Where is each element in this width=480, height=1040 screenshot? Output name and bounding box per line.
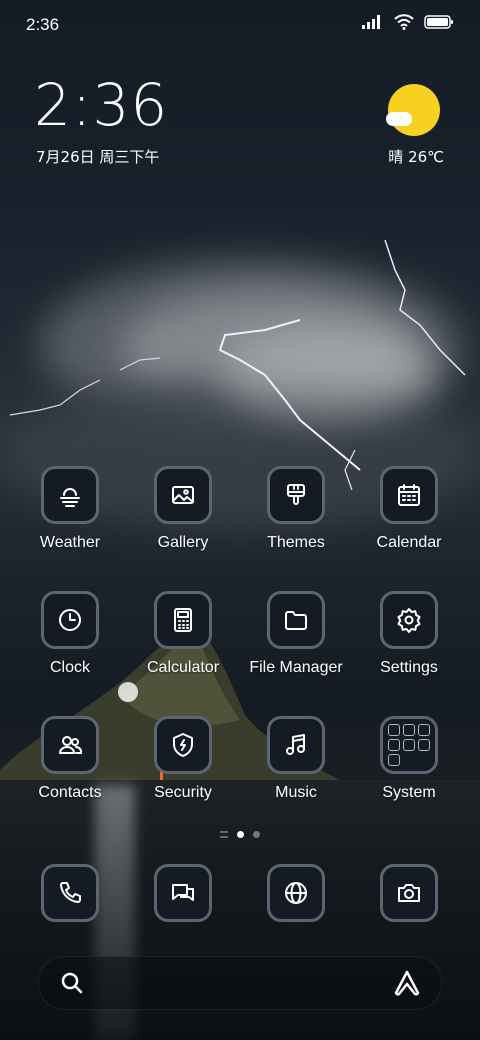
app-tile	[41, 716, 99, 774]
app-tile	[154, 864, 212, 922]
messages-icon	[172, 884, 194, 901]
app-security[interactable]: Security	[127, 716, 239, 802]
app-label: Themes	[267, 534, 325, 551]
clock-widget-date: 7月26日 周三下午	[36, 148, 160, 166]
phone-icon	[60, 882, 81, 903]
app-label: Contacts	[38, 784, 102, 801]
camera-icon	[398, 884, 420, 902]
status-time: 2:36	[26, 15, 60, 34]
app-tile	[154, 591, 212, 649]
clock-icon	[59, 609, 81, 631]
app-label: Calculator	[146, 659, 220, 676]
weather-icon	[60, 488, 80, 507]
app-label: File Manager	[249, 659, 343, 676]
weather-widget[interactable]	[384, 84, 444, 136]
page-dot-current	[237, 831, 244, 838]
app-tile	[154, 716, 212, 774]
app-tile	[41, 591, 99, 649]
app-label: Gallery	[157, 534, 209, 551]
wifi-icon	[394, 14, 414, 30]
app-tile	[380, 591, 438, 649]
app-label: Weather	[39, 534, 101, 551]
app-label: Calendar	[376, 534, 442, 551]
browser-icon	[285, 882, 307, 904]
app-tile	[267, 466, 325, 524]
sunny-cloud-icon	[386, 84, 440, 136]
system-folder-icon	[388, 724, 430, 766]
page-dot	[253, 831, 260, 838]
page-indicator[interactable]	[0, 831, 480, 838]
weather-widget-text: 晴 26℃	[388, 148, 444, 166]
app-tile	[380, 864, 438, 922]
app-settings[interactable]: Settings	[353, 591, 465, 677]
app-label: System	[382, 784, 436, 801]
shield-icon	[173, 733, 193, 757]
app-tile	[267, 864, 325, 922]
app-music[interactable]: Music	[240, 716, 352, 802]
status-bar: 2:36	[0, 0, 480, 50]
app-tile	[267, 591, 325, 649]
app-calculator[interactable]: Calculator	[127, 591, 239, 677]
app-calendar[interactable]: Calendar	[353, 466, 465, 552]
app-clock[interactable]: Clock	[14, 591, 126, 677]
app-weather[interactable]: Weather	[14, 466, 126, 552]
app-tile	[41, 466, 99, 524]
app-tile	[154, 466, 212, 524]
themes-icon	[287, 484, 305, 505]
app-tile	[41, 864, 99, 922]
app-themes[interactable]: Themes	[240, 466, 352, 552]
page-indicator-menu-icon	[220, 831, 228, 838]
dock-browser[interactable]	[240, 864, 352, 922]
app-label: Security	[154, 784, 212, 801]
dock-phone[interactable]	[14, 864, 126, 922]
app-gallery[interactable]: Gallery	[127, 466, 239, 552]
dock-messages[interactable]	[127, 864, 239, 922]
folder-icon	[285, 611, 307, 630]
gallery-icon	[172, 486, 194, 504]
calendar-icon	[398, 484, 420, 506]
music-icon	[286, 734, 305, 755]
app-label: Music	[275, 784, 317, 801]
assistant-icon[interactable]	[393, 969, 421, 997]
app-file-manager[interactable]: File Manager	[240, 591, 352, 677]
contacts-icon	[59, 736, 83, 754]
clock-widget-time[interactable]: 2:36	[34, 76, 168, 134]
signal-icon	[362, 15, 380, 29]
lightning-graphic	[9, 239, 466, 490]
app-tile	[380, 716, 438, 774]
app-contacts[interactable]: Contacts	[14, 716, 126, 802]
app-tile	[267, 716, 325, 774]
app-label: Settings	[380, 659, 438, 676]
search-icon[interactable]	[59, 970, 85, 996]
battery-icon	[424, 15, 453, 29]
gear-icon	[397, 608, 421, 633]
dock-camera[interactable]	[353, 864, 465, 922]
search-bar[interactable]	[38, 956, 442, 1010]
app-tile	[380, 466, 438, 524]
app-folder-system[interactable]: System	[353, 716, 465, 802]
calculator-icon	[174, 608, 192, 632]
app-label: Clock	[49, 659, 90, 676]
